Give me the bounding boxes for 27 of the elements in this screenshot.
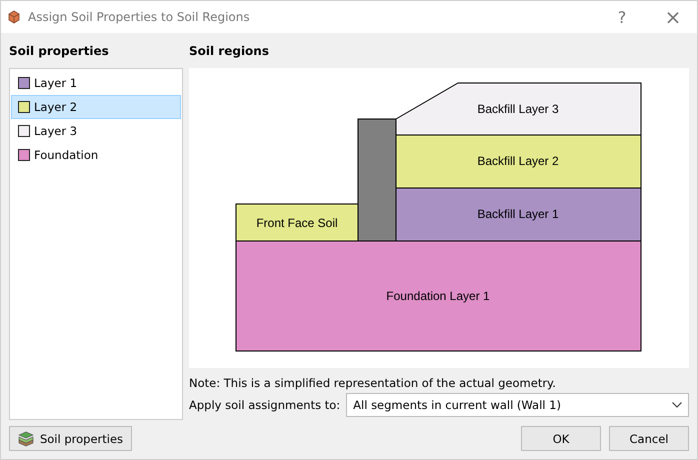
cancel-button[interactable]: Cancel xyxy=(609,426,689,451)
item-label: Layer 2 xyxy=(34,100,78,114)
soil-region[interactable]: Backfill Layer 1 xyxy=(396,188,642,242)
app-icon xyxy=(7,10,21,24)
item-label: Foundation xyxy=(34,148,98,162)
item-label: Layer 3 xyxy=(34,124,78,138)
close-button[interactable]: × xyxy=(651,1,695,33)
item-label: Layer 1 xyxy=(34,76,78,90)
soil-property-item[interactable]: Layer 2 xyxy=(11,95,181,119)
section-heading: Soil properties xyxy=(9,43,110,60)
soil-properties-button[interactable]: Soil properties xyxy=(9,426,132,451)
soil-region[interactable]: Backfill Layer 2 xyxy=(396,134,642,188)
soil-region[interactable]: Backfill Layer 3 xyxy=(396,82,642,136)
apply-dropdown[interactable]: All segments in current wall (Wall 1) xyxy=(346,393,689,417)
section-heading: Soil regions xyxy=(189,43,270,60)
ok-button[interactable]: OK xyxy=(521,426,601,451)
soil-region[interactable]: Foundation Layer 1 xyxy=(236,240,642,352)
soil-property-item[interactable]: Layer 1 xyxy=(11,71,181,95)
soil-region[interactable]: Front Face Soil xyxy=(236,204,358,242)
note-text: Note: This is a simplified representation of the actual geometry. xyxy=(189,375,557,392)
soil-property-item[interactable]: Foundation xyxy=(11,143,181,167)
window-title: Assign Soil Properties to Soil Regions xyxy=(28,10,250,24)
chevron-down-icon xyxy=(672,402,682,408)
apply-label: Apply soil assignments to: xyxy=(189,398,340,412)
soil-property-item[interactable]: Layer 3 xyxy=(11,119,181,143)
help-button[interactable]: ? xyxy=(600,1,644,33)
layers-icon xyxy=(18,430,34,446)
